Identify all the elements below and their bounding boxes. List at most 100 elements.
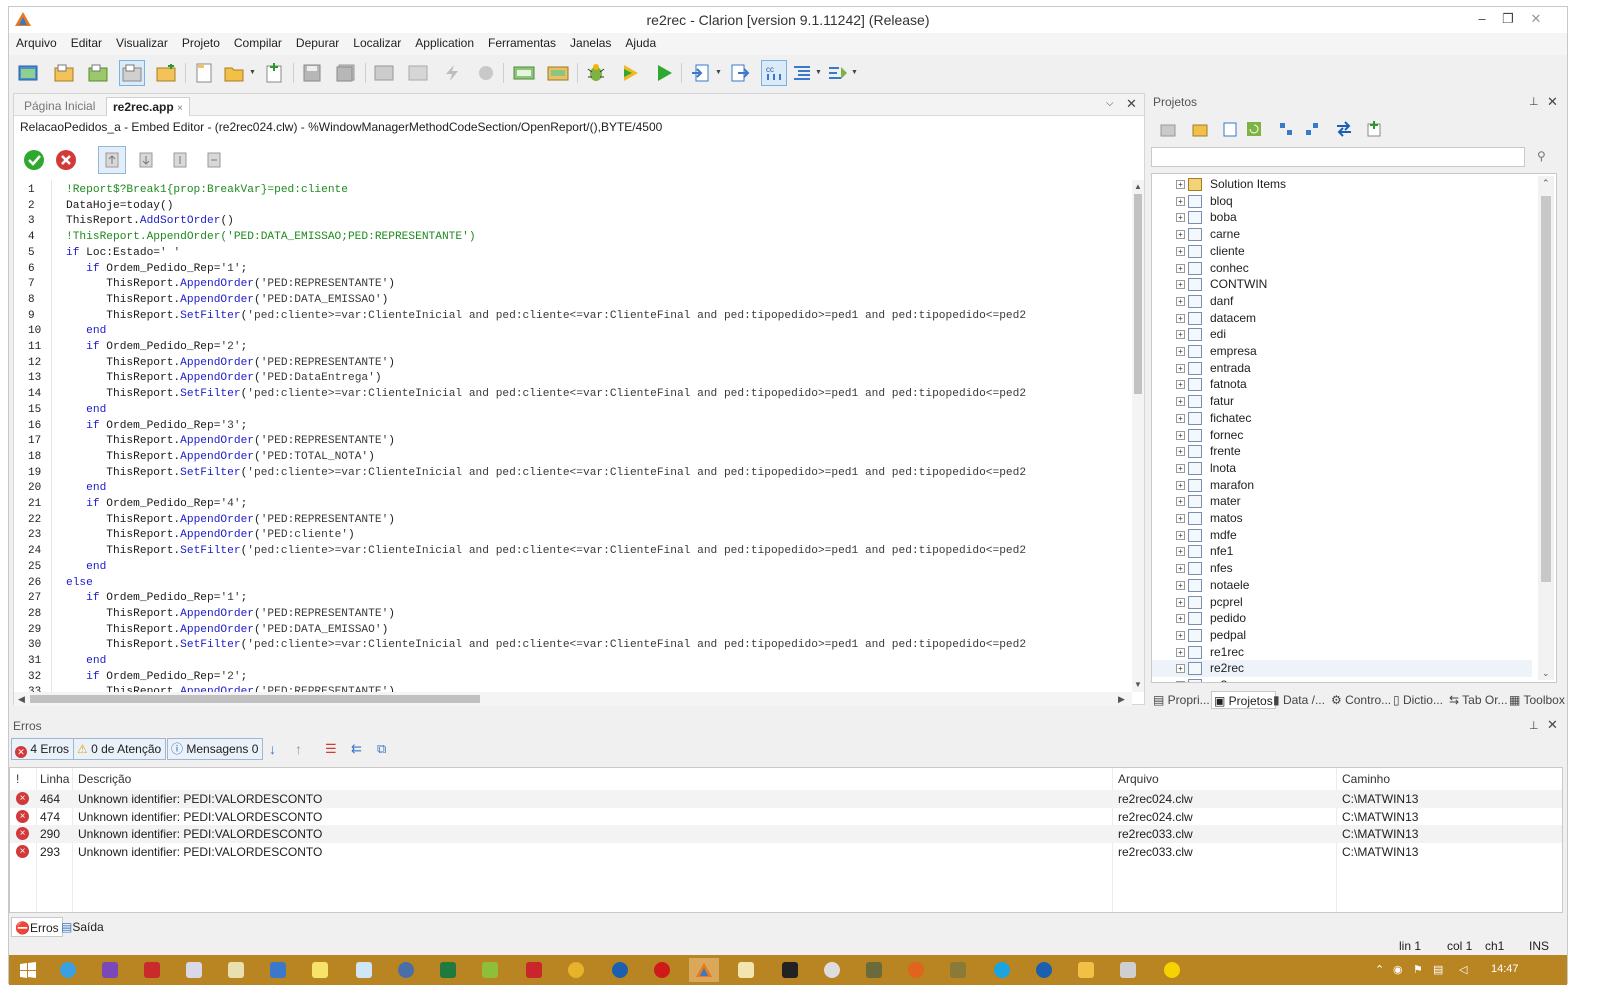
run-icon[interactable] bbox=[651, 60, 677, 86]
expand-icon[interactable]: + bbox=[1176, 347, 1185, 356]
prev-error-icon[interactable]: ↑ bbox=[295, 741, 302, 757]
skype-icon[interactable] bbox=[987, 958, 1017, 982]
menu-application[interactable]: Application bbox=[408, 33, 481, 53]
menu-compilar[interactable]: Compilar bbox=[227, 33, 289, 53]
app-yellow-icon[interactable] bbox=[1157, 958, 1187, 982]
filezilla-icon[interactable] bbox=[137, 958, 167, 982]
expand-icon[interactable]: + bbox=[1176, 647, 1185, 657]
tab-saida[interactable]: ▤Saída bbox=[61, 917, 104, 937]
remote-desktop-icon[interactable] bbox=[179, 958, 209, 982]
tree-item-project[interactable]: + bloq bbox=[1152, 193, 1532, 210]
task-manager-icon[interactable] bbox=[1113, 958, 1143, 982]
android-icon[interactable] bbox=[475, 958, 505, 982]
code-line[interactable]: end bbox=[66, 655, 106, 667]
tree-item-project[interactable]: + fichatec bbox=[1152, 410, 1532, 427]
scroll-down-icon[interactable]: ▼ bbox=[1134, 680, 1142, 689]
code-line[interactable]: if Ordem_Pedido_Rep='1'; bbox=[66, 592, 247, 604]
expand-icon[interactable]: + bbox=[1176, 564, 1185, 574]
close-button[interactable]: ✕ bbox=[1523, 9, 1549, 29]
col-description[interactable]: Descrição bbox=[78, 772, 131, 786]
tab-re2rec-app[interactable]: re2rec.app × bbox=[106, 97, 190, 116]
build-icon[interactable] bbox=[511, 60, 537, 86]
tree-item-project[interactable]: + pcprel bbox=[1152, 594, 1532, 611]
code-line[interactable]: ThisReport.AppendOrder('PED:DATA_EMISSAO… bbox=[66, 624, 388, 636]
tray-app-icon[interactable]: ◉ bbox=[1393, 963, 1403, 976]
open-app-icon[interactable] bbox=[85, 60, 111, 86]
code-line[interactable]: ThisReport.SetFilter('ped:cliente>=var:C… bbox=[66, 388, 1026, 400]
teamviewer-icon[interactable] bbox=[1029, 958, 1059, 982]
menu-editar[interactable]: Editar bbox=[64, 33, 109, 53]
expand-icon[interactable]: + bbox=[1176, 413, 1185, 423]
menu-ajuda[interactable]: Ajuda bbox=[618, 33, 663, 53]
errors-close-icon[interactable]: ✕ bbox=[1547, 717, 1558, 733]
tab-tab-order[interactable]: ⇆ Tab Or... bbox=[1449, 691, 1508, 709]
indent-icon[interactable] bbox=[789, 60, 815, 86]
code-line[interactable]: ThisReport.AppendOrder('PED:REPRESENTANT… bbox=[66, 435, 395, 447]
expand-icon[interactable]: + bbox=[1176, 497, 1185, 507]
start-page-icon[interactable] bbox=[15, 60, 41, 86]
export-icon[interactable] bbox=[727, 60, 753, 86]
tree-scroll-down-icon[interactable]: ⌄ bbox=[1542, 668, 1550, 679]
import-icon[interactable] bbox=[687, 60, 713, 86]
code-line[interactable]: ThisReport.SetFilter('ped:cliente>=var:C… bbox=[66, 545, 1026, 557]
expand-icon[interactable]: + bbox=[1176, 330, 1185, 340]
notepad-icon[interactable] bbox=[349, 958, 379, 982]
clarion-task-icon[interactable] bbox=[689, 958, 719, 982]
tree-scroll-up-icon[interactable]: ⌃ bbox=[1542, 178, 1550, 189]
accept-icon[interactable] bbox=[20, 146, 48, 174]
expand-icon[interactable]: + bbox=[1176, 397, 1185, 407]
tree-item-solution-items[interactable]: + Solution Items bbox=[1152, 176, 1532, 193]
code-line[interactable]: end bbox=[66, 325, 106, 337]
browser-blue-icon[interactable] bbox=[605, 958, 635, 982]
scroll-left-icon[interactable]: ◀ bbox=[18, 694, 25, 705]
code-line[interactable]: ThisReport.AddSortOrder() bbox=[66, 215, 234, 227]
error-row[interactable]: × 474 Unknown identifier: PEDI:VALORDESCON… bbox=[10, 808, 1562, 826]
close-tab-icon[interactable]: × bbox=[177, 103, 183, 114]
expand-icon[interactable]: + bbox=[1176, 430, 1185, 440]
tree-item-project[interactable]: + re1rec bbox=[1152, 644, 1532, 661]
col-path[interactable]: Caminho bbox=[1342, 772, 1390, 786]
close-document-icon[interactable]: ✕ bbox=[1126, 96, 1137, 112]
sticky-notes-icon[interactable] bbox=[305, 958, 335, 982]
next-embed-icon[interactable] bbox=[132, 146, 160, 174]
tab-properties[interactable]: ▤ Propri... bbox=[1153, 691, 1210, 709]
code-line[interactable]: end bbox=[66, 404, 106, 416]
menu-arquivo[interactable]: Arquivo bbox=[9, 33, 64, 53]
expand-icon[interactable]: + bbox=[1176, 213, 1185, 223]
tree-item-project[interactable]: + nfe1 bbox=[1152, 543, 1532, 560]
errors-pin-icon[interactable]: ⊥ bbox=[1529, 719, 1539, 732]
code-line[interactable]: ThisReport.AppendOrder('PED:DataEntrega'… bbox=[66, 372, 381, 384]
expand-icon[interactable]: + bbox=[1176, 363, 1185, 373]
prev-filled-embed-icon[interactable] bbox=[166, 146, 194, 174]
tray-flag-icon[interactable]: ⚑ bbox=[1413, 963, 1423, 976]
taskbar-clock[interactable]: 14:47 bbox=[1491, 963, 1519, 975]
opera-icon[interactable] bbox=[647, 958, 677, 982]
save-icon[interactable] bbox=[299, 60, 325, 86]
utility-icon[interactable] bbox=[943, 958, 973, 982]
tray-network-icon[interactable]: ▤ bbox=[1433, 963, 1443, 976]
visual-studio-icon[interactable] bbox=[95, 958, 125, 982]
tab-erros[interactable]: ⛔Erros bbox=[11, 917, 63, 937]
tab-dictionary[interactable]: ▯ Dictio... bbox=[1393, 691, 1443, 709]
tab-list-dropdown-icon[interactable]: ⌵ bbox=[1106, 98, 1114, 109]
expand-all-icon[interactable] bbox=[1273, 116, 1299, 142]
reports-icon[interactable] bbox=[473, 60, 499, 86]
expand-icon[interactable]: + bbox=[1176, 681, 1185, 682]
tree-item-project[interactable]: + pedido bbox=[1152, 610, 1532, 627]
copy-project-icon[interactable] bbox=[1217, 116, 1243, 142]
collapse-all-icon[interactable] bbox=[1299, 116, 1325, 142]
compare-icon[interactable]: cc bbox=[761, 60, 787, 86]
search-icon[interactable]: ⚲ bbox=[1537, 149, 1546, 163]
expand-icon[interactable]: + bbox=[1176, 614, 1185, 624]
code-line[interactable]: ThisReport.AppendOrder('PED:REPRESENTANT… bbox=[66, 608, 395, 620]
expand-icon[interactable]: + bbox=[1176, 196, 1185, 206]
errors-filter-button[interactable]: ✕ 4 Erros bbox=[11, 738, 75, 760]
code-line[interactable]: else bbox=[66, 577, 93, 589]
open-folder-icon[interactable] bbox=[221, 60, 247, 86]
code-line[interactable]: if Loc:Estado=' ' bbox=[66, 247, 180, 259]
expand-icon[interactable]: + bbox=[1176, 547, 1185, 557]
firefox-icon[interactable] bbox=[901, 958, 931, 982]
network-icon[interactable] bbox=[263, 958, 293, 982]
start-button-icon[interactable] bbox=[13, 958, 43, 982]
run-build-icon[interactable] bbox=[617, 60, 643, 86]
